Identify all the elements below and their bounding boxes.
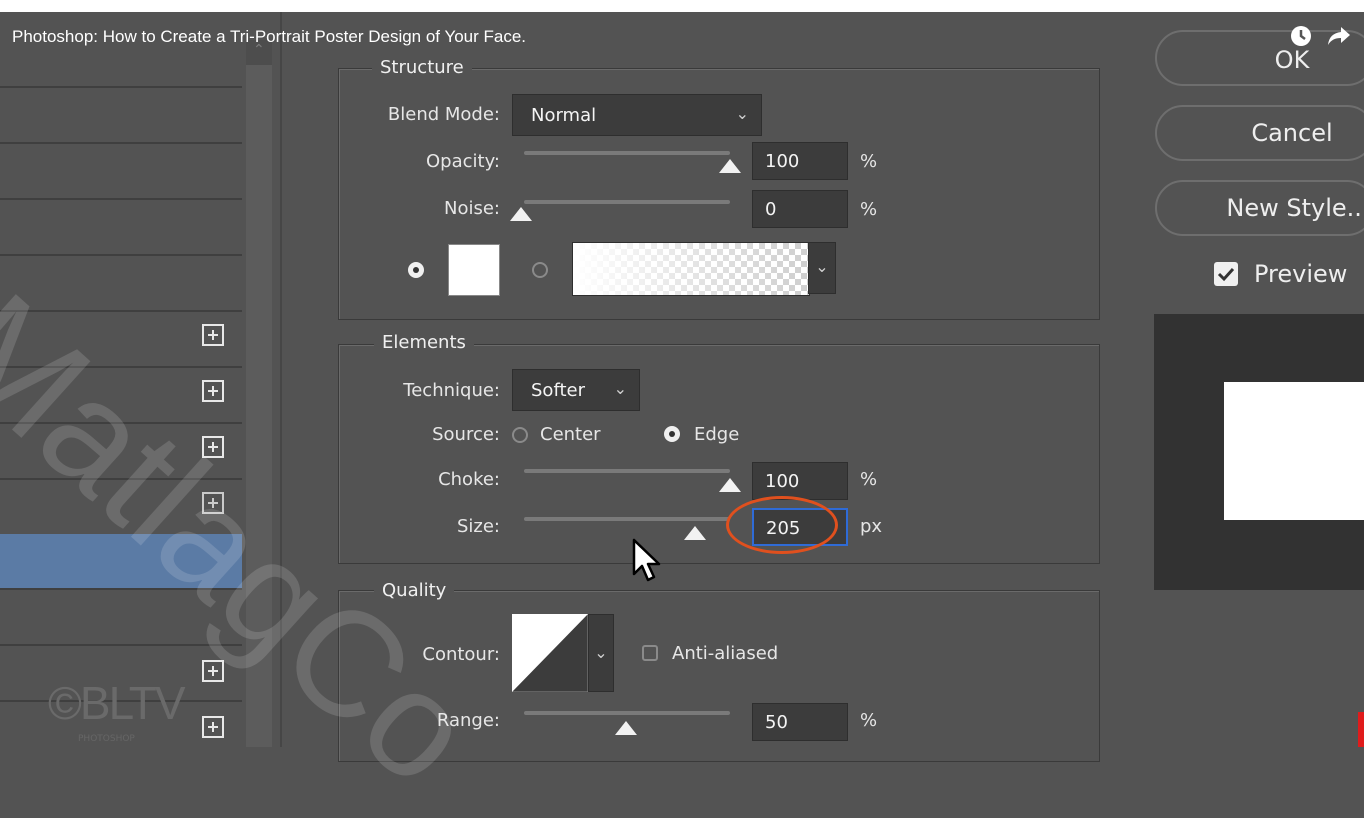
chevron-down-icon: ⌄ <box>613 379 627 398</box>
quality-group <box>338 590 1100 762</box>
anti-aliased-checkbox[interactable] <box>642 645 658 661</box>
cancel-button[interactable]: Cancel <box>1155 105 1364 161</box>
source-center-radio[interactable] <box>512 427 528 443</box>
range-slider-thumb[interactable] <box>615 721 637 735</box>
style-list-item[interactable] <box>0 256 242 312</box>
bltv-logo-sub: PHOTOSHOP <box>78 734 135 744</box>
contour-dropdown-chevron-icon[interactable]: ⌄ <box>588 614 614 692</box>
blend-mode-select[interactable]: Normal ⌄ <box>512 94 762 136</box>
style-preview-panel <box>1154 314 1364 590</box>
choke-input[interactable]: 100 <box>752 462 848 500</box>
opacity-unit: % <box>860 151 878 172</box>
opacity-slider-track[interactable] <box>524 151 730 155</box>
new-style-button[interactable]: New Style... <box>1155 180 1364 236</box>
top-strip <box>0 0 1364 12</box>
opacity-input[interactable]: 100 <box>752 142 848 180</box>
add-style-icon[interactable] <box>202 492 224 514</box>
technique-value: Softer <box>531 380 585 401</box>
style-list-item[interactable] <box>0 590 242 646</box>
solid-color-radio[interactable] <box>408 262 424 278</box>
size-unit: px <box>860 516 883 537</box>
size-label: Size: <box>456 516 500 537</box>
size-slider-track[interactable] <box>524 517 730 521</box>
gradient-preview[interactable] <box>572 242 810 296</box>
clock-icon[interactable] <box>1288 25 1314 51</box>
quality-legend: Quality <box>374 580 455 601</box>
choke-unit: % <box>860 469 878 490</box>
contour-preview[interactable] <box>512 614 588 692</box>
range-input[interactable]: 50 <box>752 703 848 741</box>
color-swatch[interactable] <box>448 244 500 296</box>
style-preview-swatch <box>1224 382 1364 520</box>
preview-checkbox[interactable] <box>1214 262 1238 286</box>
choke-label: Choke: <box>438 469 500 490</box>
highlight-circle <box>726 496 838 554</box>
elements-legend: Elements <box>374 332 474 353</box>
noise-unit: % <box>860 199 878 220</box>
red-edge-mark <box>1358 712 1364 747</box>
size-slider-thumb[interactable] <box>684 526 706 540</box>
opacity-slider-thumb[interactable] <box>719 159 741 173</box>
style-list-item-selected[interactable] <box>0 534 242 590</box>
add-style-icon[interactable] <box>202 436 224 458</box>
panel-divider <box>280 12 282 747</box>
video-title[interactable]: Photoshop: How to Create a Tri-Portrait … <box>12 27 526 47</box>
blend-mode-label: Blend Mode: <box>387 104 500 125</box>
style-list-item[interactable] <box>0 200 242 256</box>
range-unit: % <box>860 710 878 731</box>
source-center-label: Center <box>540 424 601 445</box>
style-list-item[interactable] <box>0 144 242 200</box>
contour-label: Contour: <box>422 644 500 665</box>
source-label: Source: <box>432 424 500 445</box>
technique-select[interactable]: Softer ⌄ <box>512 369 640 411</box>
bltv-logo: ©BLTV <box>48 677 186 729</box>
share-arrow-icon[interactable] <box>1326 25 1352 51</box>
noise-slider-track[interactable] <box>524 200 730 204</box>
technique-label: Technique: <box>403 380 500 401</box>
add-style-icon[interactable] <box>202 660 224 682</box>
chevron-down-icon: ⌄ <box>735 104 749 123</box>
preview-label: Preview <box>1254 260 1348 288</box>
choke-slider-thumb[interactable] <box>719 478 741 492</box>
anti-aliased-label: Anti-aliased <box>672 643 779 664</box>
range-label: Range: <box>436 710 500 731</box>
structure-legend: Structure <box>372 57 472 78</box>
add-style-icon[interactable] <box>202 716 224 738</box>
style-list-item[interactable] <box>0 88 242 144</box>
noise-label: Noise: <box>444 198 500 219</box>
check-icon <box>1217 267 1235 282</box>
range-slider-track[interactable] <box>524 711 730 715</box>
add-style-icon[interactable] <box>202 380 224 402</box>
choke-slider-track[interactable] <box>524 469 730 473</box>
add-style-icon[interactable] <box>202 324 224 346</box>
opacity-label: Opacity: <box>426 151 500 172</box>
gradient-dropdown-chevron-icon[interactable]: ⌄ <box>808 242 836 294</box>
source-edge-radio[interactable] <box>664 426 680 442</box>
source-edge-label: Edge <box>694 424 740 445</box>
mouse-cursor-icon <box>632 538 661 582</box>
noise-slider-thumb[interactable] <box>510 207 532 221</box>
scrollbar-thumb[interactable] <box>246 65 272 747</box>
noise-input[interactable]: 0 <box>752 190 848 228</box>
gradient-radio[interactable] <box>532 262 548 278</box>
blend-mode-value: Normal <box>531 105 597 126</box>
